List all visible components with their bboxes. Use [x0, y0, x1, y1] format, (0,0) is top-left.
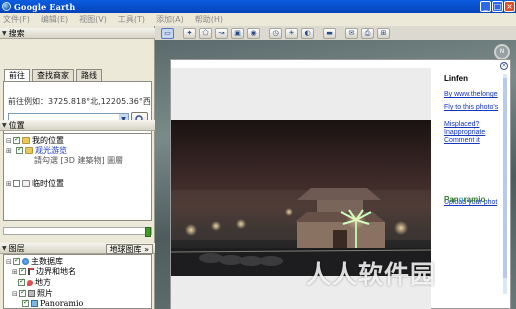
expand-icon[interactable]: ⊞	[6, 180, 12, 188]
places-panel-title: 位置	[8, 120, 25, 130]
checkbox[interactable]	[13, 180, 20, 187]
sidebar-toggle-icon[interactable]: ▭	[161, 27, 174, 39]
scroll-thumb[interactable]	[503, 78, 507, 278]
checkbox[interactable]	[18, 277, 25, 286]
panoramio-icon	[31, 300, 38, 307]
close-button[interactable]: ×	[504, 1, 515, 12]
collapse-icon[interactable]: ⊟	[6, 137, 12, 145]
flag-icon	[28, 268, 34, 275]
checkbox[interactable]	[22, 298, 29, 307]
search-hint: 前往例如：3725.818°北,12205.36°西	[8, 97, 151, 106]
tree-item-borders-labels[interactable]: ⊞ 边界和地名	[12, 266, 76, 277]
polygon-icon[interactable]: ⬠	[199, 27, 212, 39]
globe-icon	[22, 258, 29, 265]
inappropriate-link[interactable]: Inappropriate	[444, 129, 485, 136]
layers-tree: ⊟ 主数据库 ⊞ 边界和地名 地方 ⊟ 照片 Panoramio	[3, 254, 152, 309]
checkbox[interactable]	[19, 266, 26, 275]
menu-help[interactable]: 帮助(H)	[195, 14, 223, 25]
author-link[interactable]: By www.thelonge	[444, 91, 498, 98]
folder-icon	[25, 147, 33, 154]
checkbox[interactable]	[13, 135, 20, 144]
compass-icon[interactable]: N	[494, 44, 510, 60]
tree-item-label: 地方	[35, 278, 51, 287]
logo-part: Pan	[444, 195, 459, 204]
photo-info: Linfen By www.thelonge Fly to this photo…	[444, 74, 506, 206]
balloon-scrollbar[interactable]	[503, 74, 507, 294]
menu-tools[interactable]: 工具(T)	[118, 14, 145, 25]
menu-file[interactable]: 文件(F)	[3, 14, 30, 25]
collapse-arrow-icon[interactable]: ▼	[2, 122, 7, 129]
pin-icon	[27, 279, 33, 286]
place-name: Linfen	[444, 74, 468, 83]
search-panel-header[interactable]: ▼ 搜索	[0, 28, 155, 39]
menu-edit[interactable]: 编辑(E)	[41, 14, 68, 25]
tree-item-temporary-places[interactable]: ⊞ 临时位置	[6, 178, 64, 189]
tree-item-note-text: 請勾選 [3D 建築物] 圖層	[34, 156, 124, 165]
menu-add[interactable]: 添加(A)	[156, 14, 184, 25]
balloon-close-icon[interactable]: ×	[500, 62, 508, 70]
earth-gallery-button[interactable]: 地球图库 »	[105, 244, 153, 254]
tab-find-business[interactable]: 查找商家	[32, 69, 74, 81]
window-controls: _ □ ×	[480, 1, 515, 12]
planet-icon[interactable]: ◐	[301, 27, 314, 39]
menu-view[interactable]: 视图(V)	[79, 14, 107, 25]
collapse-icon[interactable]: ⊟	[6, 258, 12, 266]
tree-item-label: Panoramio	[40, 299, 84, 308]
misplaced-link[interactable]: Misplaced?	[444, 121, 479, 128]
altitude-slider[interactable]	[3, 227, 152, 237]
tree-item-note: 請勾選 [3D 建築物] 圖層	[34, 155, 123, 166]
expand-icon[interactable]: ⊞	[6, 147, 12, 155]
layers-panel-header[interactable]: ▼ 图层 地球图库 »	[0, 243, 155, 254]
tree-item-label: 临时位置	[32, 179, 64, 188]
places-panel-header[interactable]: ▼ 位置	[0, 120, 155, 131]
placemark-icon[interactable]: ✦	[183, 27, 196, 39]
path-icon[interactable]: ↝	[215, 27, 228, 39]
print-icon[interactable]: ⎙	[361, 27, 374, 39]
photo-frame-top	[171, 68, 431, 120]
tree-item-panoramio[interactable]: Panoramio	[22, 298, 84, 308]
google-maps-icon[interactable]: ⊞	[377, 27, 390, 39]
ruler-icon[interactable]: ▬	[323, 27, 336, 39]
checkbox[interactable]	[16, 145, 23, 154]
title-bar: Google Earth _ □ ×	[0, 0, 516, 13]
folder-icon	[22, 180, 30, 187]
collapse-arrow-icon[interactable]: ▼	[2, 245, 7, 252]
tab-directions[interactable]: 路线	[76, 69, 102, 81]
checkbox[interactable]	[13, 256, 20, 265]
layers-panel-title: 图层	[8, 243, 25, 253]
panoramio-photo[interactable]	[171, 120, 431, 276]
tree-item-places[interactable]: 地方	[18, 277, 51, 288]
image-overlay-icon[interactable]: ▣	[231, 27, 244, 39]
tree-item-label: 边界和地名	[36, 267, 76, 276]
menu-bar: 文件(F) 编辑(E) 视图(V) 工具(T) 添加(A) 帮助(H)	[0, 13, 516, 26]
google-earth-icon	[2, 2, 11, 11]
collapse-icon[interactable]: ⊟	[12, 290, 18, 298]
minimize-button[interactable]: _	[480, 1, 491, 12]
night-gate-photo	[171, 188, 431, 276]
tree-item-label: 照片	[37, 289, 53, 298]
checkbox[interactable]	[19, 288, 26, 297]
fly-to-photo-link[interactable]: Fly to this photo's	[444, 104, 498, 111]
slider-thumb[interactable]	[145, 227, 151, 237]
folder-icon	[22, 137, 30, 144]
places-tree: ⊟ 我的位置 ⊞ 观光游览 請勾選 [3D 建築物] 圖層 ⊞ 临时位置	[3, 133, 152, 221]
camera-icon	[28, 290, 35, 297]
expand-icon[interactable]: ⊞	[12, 268, 18, 276]
record-tour-icon[interactable]: ◉	[247, 27, 260, 39]
collapse-arrow-icon[interactable]: ▼	[2, 30, 7, 37]
historical-imagery-icon[interactable]: ◷	[269, 27, 282, 39]
logo-part: ramio	[463, 195, 486, 204]
panoramio-logo[interactable]: Panoramio	[444, 195, 485, 204]
watermark: 人人软件园	[306, 260, 437, 289]
comment-link[interactable]: Comment it	[444, 137, 480, 144]
email-icon[interactable]: ✉	[345, 27, 358, 39]
window-title: Google Earth	[14, 1, 76, 12]
tree-item-photos[interactable]: ⊟ 照片	[12, 288, 53, 299]
maximize-button[interactable]: □	[492, 1, 503, 12]
toolbar: ▭ ✦ ⬠ ↝ ▣ ◉ ◷ ☀ ◐ ▬ ✉ ⎙ ⊞	[155, 26, 516, 40]
sun-icon[interactable]: ☀	[285, 27, 298, 39]
search-panel-title: 搜索	[8, 28, 25, 38]
